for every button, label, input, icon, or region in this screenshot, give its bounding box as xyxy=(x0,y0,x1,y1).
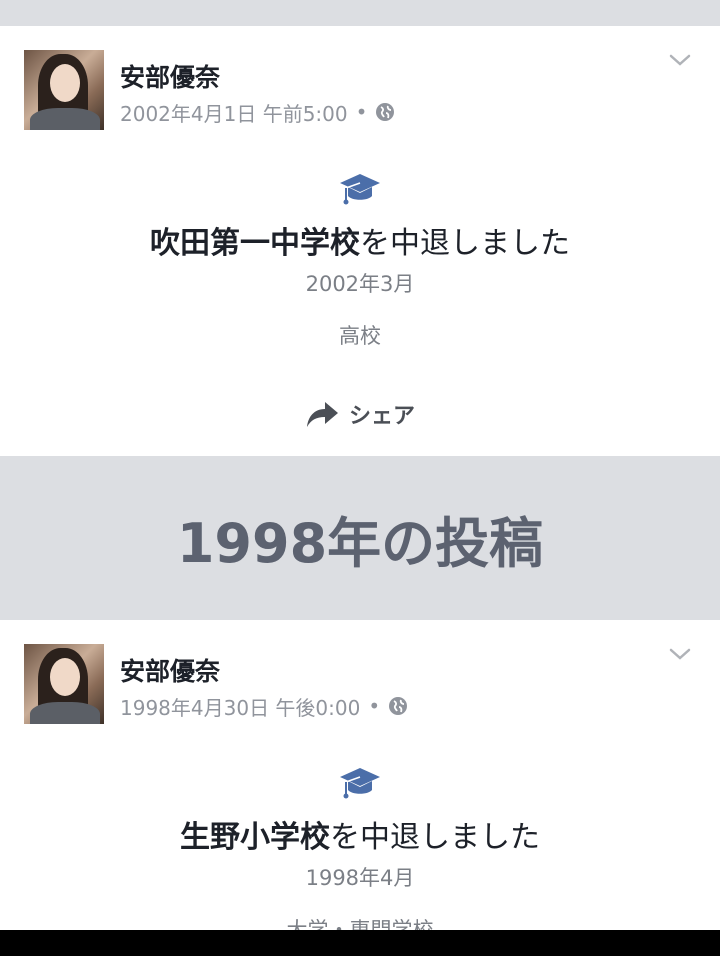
system-navigation-bar xyxy=(0,930,720,956)
avatar[interactable] xyxy=(24,50,104,130)
post-meta: 1998年4月30日 午後0:00 • xyxy=(120,692,408,720)
share-label: シェア xyxy=(348,404,416,429)
event-title: 吹田第一中学校を中退しました xyxy=(0,218,720,262)
meta-separator: • xyxy=(355,100,368,124)
share-arrow-icon xyxy=(306,402,338,427)
graduation-cap-icon xyxy=(340,768,380,799)
school-name-link[interactable]: 生野小学校 xyxy=(180,820,330,855)
graduation-cap-icon xyxy=(340,174,380,205)
chevron-down-icon[interactable] xyxy=(668,646,692,662)
post-timestamp[interactable]: 1998年4月30日 午後0:00 xyxy=(120,692,360,721)
author-name[interactable]: 安部優奈 xyxy=(120,58,220,94)
event-school-type: 高校 xyxy=(339,324,381,348)
top-band xyxy=(0,0,720,26)
event-date: 1998年4月 xyxy=(305,866,415,890)
avatar[interactable] xyxy=(24,644,104,724)
post-meta: 2002年4月1日 午前5:00 • xyxy=(120,98,395,126)
share-button[interactable]: シェア xyxy=(305,398,415,430)
globe-icon xyxy=(389,697,408,715)
post-card: 安部優奈 2002年4月1日 午前5:00 • 吹田第一中学校を中退しました 2… xyxy=(0,26,720,456)
globe-icon xyxy=(376,103,395,121)
event-school-type: 大学・専門学校 xyxy=(286,918,434,930)
school-name-link[interactable]: 吹田第一中学校 xyxy=(150,226,360,261)
event-title: 生野小学校を中退しました xyxy=(0,812,720,856)
meta-separator: • xyxy=(368,694,381,718)
post-timestamp[interactable]: 2002年4月1日 午前5:00 xyxy=(120,98,348,127)
chevron-down-icon[interactable] xyxy=(668,52,692,68)
event-action: を中退しました xyxy=(360,226,570,261)
event-date: 2002年3月 xyxy=(305,272,415,296)
author-name[interactable]: 安部優奈 xyxy=(120,652,220,688)
post-card: 安部優奈 1998年4月30日 午後0:00 • 生野小学校を中退しました 19… xyxy=(0,620,720,930)
event-action: を中退しました xyxy=(330,820,540,855)
year-section-header: 1998年の投稿 xyxy=(0,456,720,620)
